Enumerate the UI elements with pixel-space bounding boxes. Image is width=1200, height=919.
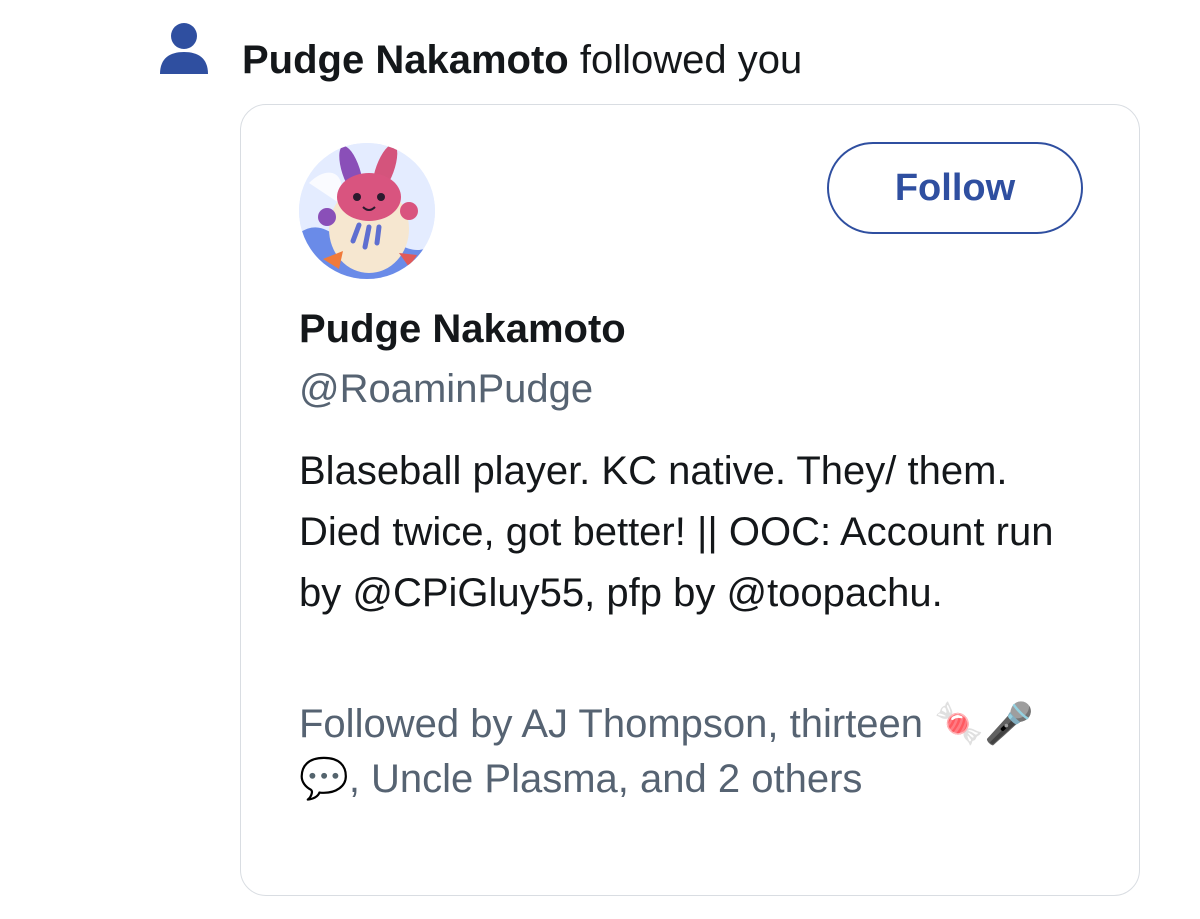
profile-card[interactable]: Follow Pudge Nakamoto @RoaminPudge Blase…	[240, 104, 1140, 896]
notification-actor-name[interactable]: Pudge Nakamoto	[242, 38, 569, 82]
notification-text: Pudge Nakamoto followed you	[242, 34, 802, 86]
followed-by-prefix: Followed by AJ Thompson, thirteen	[299, 702, 935, 746]
profile-display-name[interactable]: Pudge Nakamoto	[299, 307, 626, 352]
followed-by-suffix: , Uncle Plasma, and 2 others	[348, 757, 863, 801]
follow-button[interactable]: Follow	[827, 142, 1083, 234]
avatar[interactable]	[299, 143, 435, 279]
profile-bio: Blaseball player. KC native. They/ them.…	[299, 449, 1054, 615]
profile-handle[interactable]: @RoaminPudge	[299, 367, 593, 412]
notification-action-text: followed you	[568, 38, 803, 82]
avatar-rabbit-character-icon	[299, 143, 435, 279]
followed-by-text: Followed by AJ Thompson, thirteen 🍬🎤💬, U…	[299, 697, 1089, 807]
person-icon	[160, 23, 208, 74]
notification-icon-container	[158, 22, 210, 78]
